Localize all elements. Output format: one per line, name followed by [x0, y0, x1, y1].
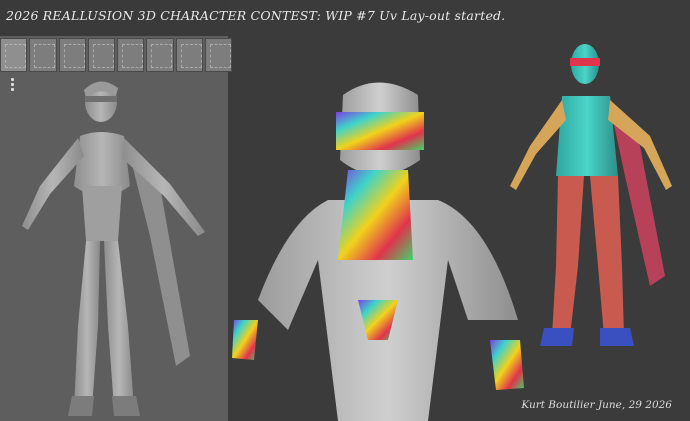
- character-gray-model: [22, 81, 205, 416]
- character-uv-fullbody: [510, 44, 672, 346]
- artist-signature: Kurt Boutilier June, 29 2026: [521, 399, 672, 411]
- page-title: 2026 REALLUSION 3D CHARACTER CONTEST: WI…: [6, 8, 506, 23]
- character-uv-closeup: [232, 82, 524, 421]
